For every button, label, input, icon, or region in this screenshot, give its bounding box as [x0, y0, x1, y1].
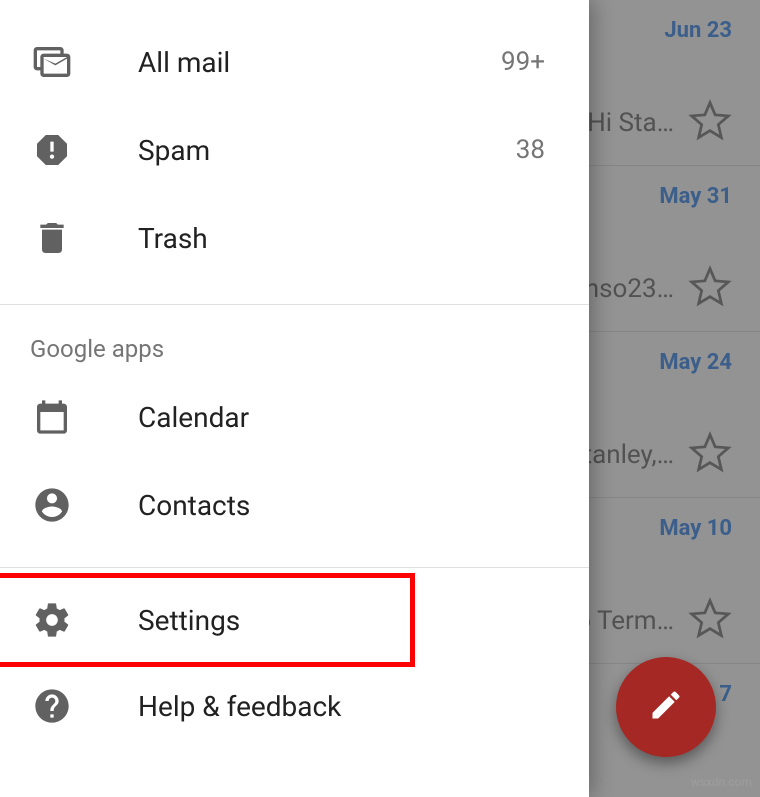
contacts-icon: [30, 483, 74, 527]
settings-highlight: Settings: [0, 573, 415, 667]
compose-fab[interactable]: [616, 657, 716, 757]
menu-item-spam[interactable]: Spam 38: [0, 106, 589, 194]
menu-label: Contacts: [138, 489, 559, 522]
navigation-drawer: All mail 99+ Spam 38 Trash Google apps C…: [0, 0, 589, 797]
help-icon: [30, 684, 74, 728]
menu-label: Settings: [138, 604, 380, 637]
calendar-icon: [30, 395, 74, 439]
pencil-icon: [648, 687, 684, 727]
settings-icon: [30, 598, 74, 642]
menu-item-all-mail[interactable]: All mail 99+: [0, 18, 589, 106]
menu-item-trash[interactable]: Trash: [0, 194, 589, 282]
menu-label: Spam: [138, 134, 516, 167]
menu-label: All mail: [138, 46, 501, 79]
menu-item-contacts[interactable]: Contacts: [0, 461, 589, 549]
menu-label: Help & feedback: [138, 690, 559, 723]
section-header-google-apps: Google apps: [0, 305, 589, 367]
menu-item-settings[interactable]: Settings: [0, 578, 410, 662]
watermark: wsxdn.com: [691, 775, 752, 789]
trash-icon: [30, 216, 74, 260]
menu-item-calendar[interactable]: Calendar: [0, 373, 589, 461]
menu-count: 38: [516, 135, 545, 165]
menu-count: 99+: [501, 47, 545, 77]
mail-stack-icon: [30, 40, 74, 84]
menu-label: Calendar: [138, 401, 559, 434]
menu-item-help[interactable]: Help & feedback: [0, 662, 589, 750]
spam-icon: [30, 128, 74, 172]
menu-label: Trash: [138, 222, 559, 255]
